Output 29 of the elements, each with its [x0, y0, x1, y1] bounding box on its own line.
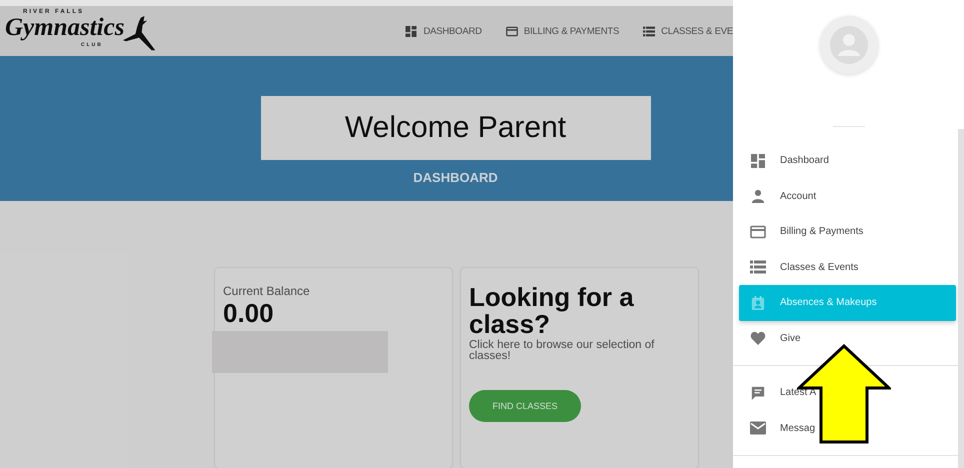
list-icon — [643, 26, 656, 36]
nav-link[interactable]: DASHBOARD — [405, 26, 482, 36]
page-subtitle: DASHBOARD — [413, 170, 498, 185]
balance-label: Current Balance — [223, 284, 311, 298]
heart-icon — [750, 331, 766, 346]
badge-icon — [750, 296, 766, 310]
menu-item[interactable]: Classes & Events — [739, 250, 956, 285]
menu-item[interactable]: Messag — [739, 410, 956, 446]
nav-link[interactable]: CLASSES & EVE — [643, 26, 733, 36]
menu-item[interactable]: Give — [739, 320, 956, 356]
balance-value: 0.00 — [223, 298, 275, 329]
logo-text: Gymnastics — [5, 14, 124, 42]
welcome-heading: Welcome Parent — [260, 96, 650, 160]
credit-card-icon — [750, 224, 766, 239]
menu-item[interactable]: Billing & Payments — [739, 214, 956, 250]
credit-card-icon — [506, 26, 518, 36]
person-icon — [750, 189, 766, 204]
card-title: Looking for a class? — [469, 284, 635, 338]
nav-link[interactable]: BILLING & PAYMENTS — [506, 26, 620, 36]
card-text: Click here to browse our selection of classes! — [469, 340, 656, 362]
menu-item[interactable]: Account — [739, 178, 956, 214]
dashboard-icon — [405, 26, 418, 36]
avatar-icon — [820, 16, 878, 74]
menu-item[interactable]: Dashboard — [739, 143, 956, 178]
scrollbar[interactable] — [958, 129, 964, 468]
mail-icon — [750, 421, 766, 436]
chat-icon — [750, 386, 766, 400]
dashboard-icon — [750, 154, 766, 168]
list-icon — [750, 260, 766, 274]
